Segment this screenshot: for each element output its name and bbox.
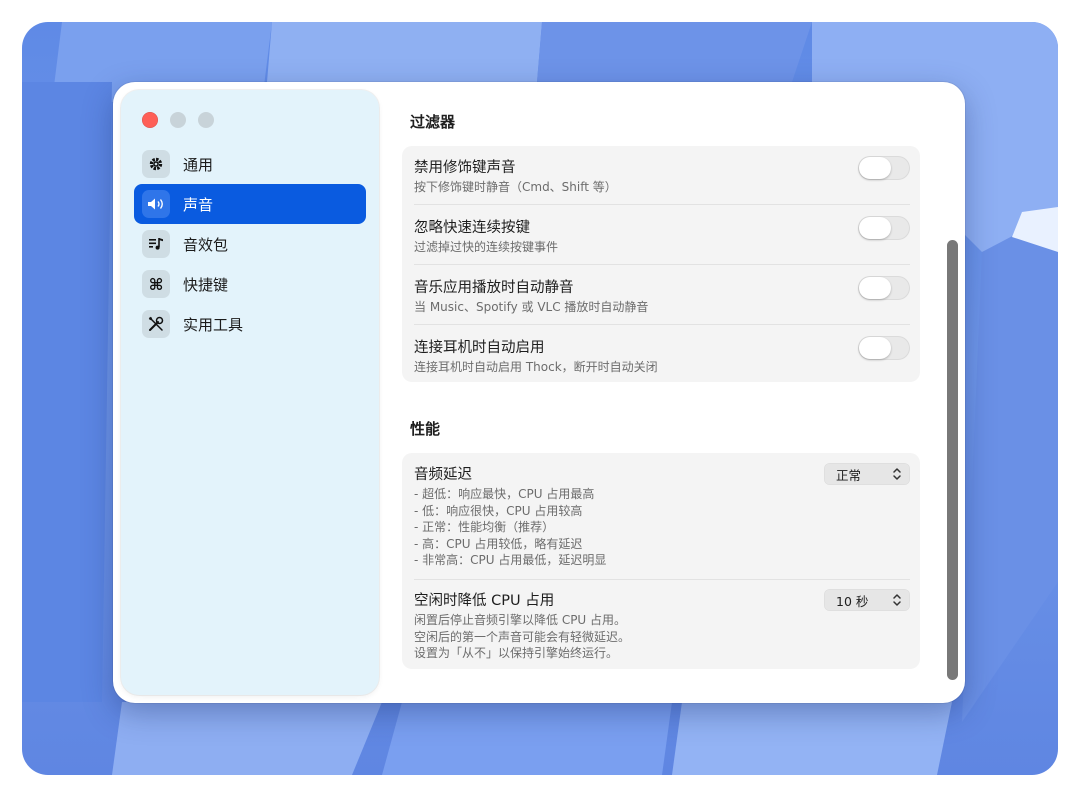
divider	[414, 579, 910, 580]
sidebar-item-label: 声音	[183, 195, 214, 214]
close-window-button[interactable]	[142, 112, 158, 128]
divider	[414, 324, 910, 325]
sidebar: 通用 声音 音效包 ⌘ 快捷键 实用工具	[121, 90, 379, 695]
setting-title: 连接耳机时自动启用	[414, 340, 545, 356]
disable-modifier-sound-toggle[interactable]	[858, 156, 910, 180]
idle-timeout-select[interactable]: 10 秒	[824, 589, 910, 611]
command-icon: ⌘	[142, 270, 170, 298]
gear-icon	[142, 150, 170, 178]
setting-title: 音乐应用播放时自动静音	[414, 280, 574, 296]
tools-icon	[142, 310, 170, 338]
audio-latency-select[interactable]: 正常	[824, 463, 910, 485]
divider	[414, 264, 910, 265]
speaker-icon	[142, 190, 170, 218]
sidebar-item-sound-packs[interactable]: 音效包	[134, 224, 366, 264]
select-value: 10 秒	[836, 593, 869, 609]
setting-subtitle: 按下修饰键时静音（Cmd、Shift 等）	[414, 180, 617, 194]
setting-subtitle: 连接耳机时自动启用 Thock，断开时自动关闭	[414, 360, 658, 374]
vertical-scrollbar[interactable]	[947, 240, 958, 680]
ignore-rapid-keys-toggle[interactable]	[858, 216, 910, 240]
section-title-performance: 性能	[410, 420, 441, 438]
sidebar-item-label: 通用	[183, 155, 214, 174]
sidebar-item-label: 实用工具	[183, 315, 244, 334]
sidebar-item-general[interactable]: 通用	[134, 144, 366, 184]
sidebar-item-label: 音效包	[183, 235, 229, 254]
setting-title: 禁用修饰键声音	[414, 160, 516, 176]
divider	[414, 204, 910, 205]
setting-row-auto-mute-music: 音乐应用播放时自动静音 当 Music、Spotify 或 VLC 播放时自动静…	[414, 276, 910, 316]
sidebar-item-sound[interactable]: 声音	[134, 184, 366, 224]
zoom-window-button[interactable]	[198, 112, 214, 128]
auto-mute-music-toggle[interactable]	[858, 276, 910, 300]
music-list-icon	[142, 230, 170, 258]
setting-row-idle-cpu: 空闲时降低 CPU 占用 闲置后停止音频引擎以降低 CPU 占用。 空闲后的第一…	[414, 589, 910, 665]
setting-row-disable-modifier-sound: 禁用修饰键声音 按下修饰键时静音（Cmd、Shift 等）	[414, 156, 910, 196]
section-title-filters: 过滤器	[410, 113, 456, 131]
settings-content: 过滤器 禁用修饰键声音 按下修饰键时静音（Cmd、Shift 等） 忽略快速连续…	[390, 82, 950, 703]
select-value: 正常	[836, 467, 862, 483]
sidebar-item-shortcuts[interactable]: ⌘ 快捷键	[134, 264, 366, 304]
setting-title: 空闲时降低 CPU 占用	[414, 593, 555, 609]
headphones-auto-enable-toggle[interactable]	[858, 336, 910, 360]
setting-row-headphones-auto-enable: 连接耳机时自动启用 连接耳机时自动启用 Thock，断开时自动关闭	[414, 336, 910, 376]
sidebar-item-label: 快捷键	[183, 275, 229, 294]
sidebar-item-utilities[interactable]: 实用工具	[134, 304, 366, 344]
setting-subtitle: 当 Music、Spotify 或 VLC 播放时自动静音	[414, 300, 649, 314]
setting-description: 闲置后停止音频引擎以降低 CPU 占用。 空闲后的第一个声音可能会有轻微延迟。 …	[414, 613, 631, 660]
setting-subtitle: 过滤掉过快的连续按键事件	[414, 240, 559, 254]
setting-title: 音频延迟	[414, 467, 472, 483]
performance-group: 音频延迟 - 超低：响应最快，CPU 占用最高 - 低：响应很快，CPU 占用较…	[402, 453, 920, 669]
setting-title: 忽略快速连续按键	[414, 220, 530, 236]
setting-row-ignore-rapid-keys: 忽略快速连续按键 过滤掉过快的连续按键事件	[414, 216, 910, 256]
chevron-up-down-icon	[893, 468, 901, 480]
chevron-up-down-icon	[893, 594, 901, 606]
filters-group: 禁用修饰键声音 按下修饰键时静音（Cmd、Shift 等） 忽略快速连续按键 过…	[402, 146, 920, 382]
setting-row-audio-latency: 音频延迟 - 超低：响应最快，CPU 占用最高 - 低：响应很快，CPU 占用较…	[414, 463, 910, 575]
settings-window: 通用 声音 音效包 ⌘ 快捷键 实用工具 过滤器 禁用修饰键声音 按下修饰键时静…	[113, 82, 965, 703]
minimize-window-button[interactable]	[170, 112, 186, 128]
setting-description: - 超低：响应最快，CPU 占用最高 - 低：响应很快，CPU 占用较高 - 正…	[414, 487, 607, 567]
